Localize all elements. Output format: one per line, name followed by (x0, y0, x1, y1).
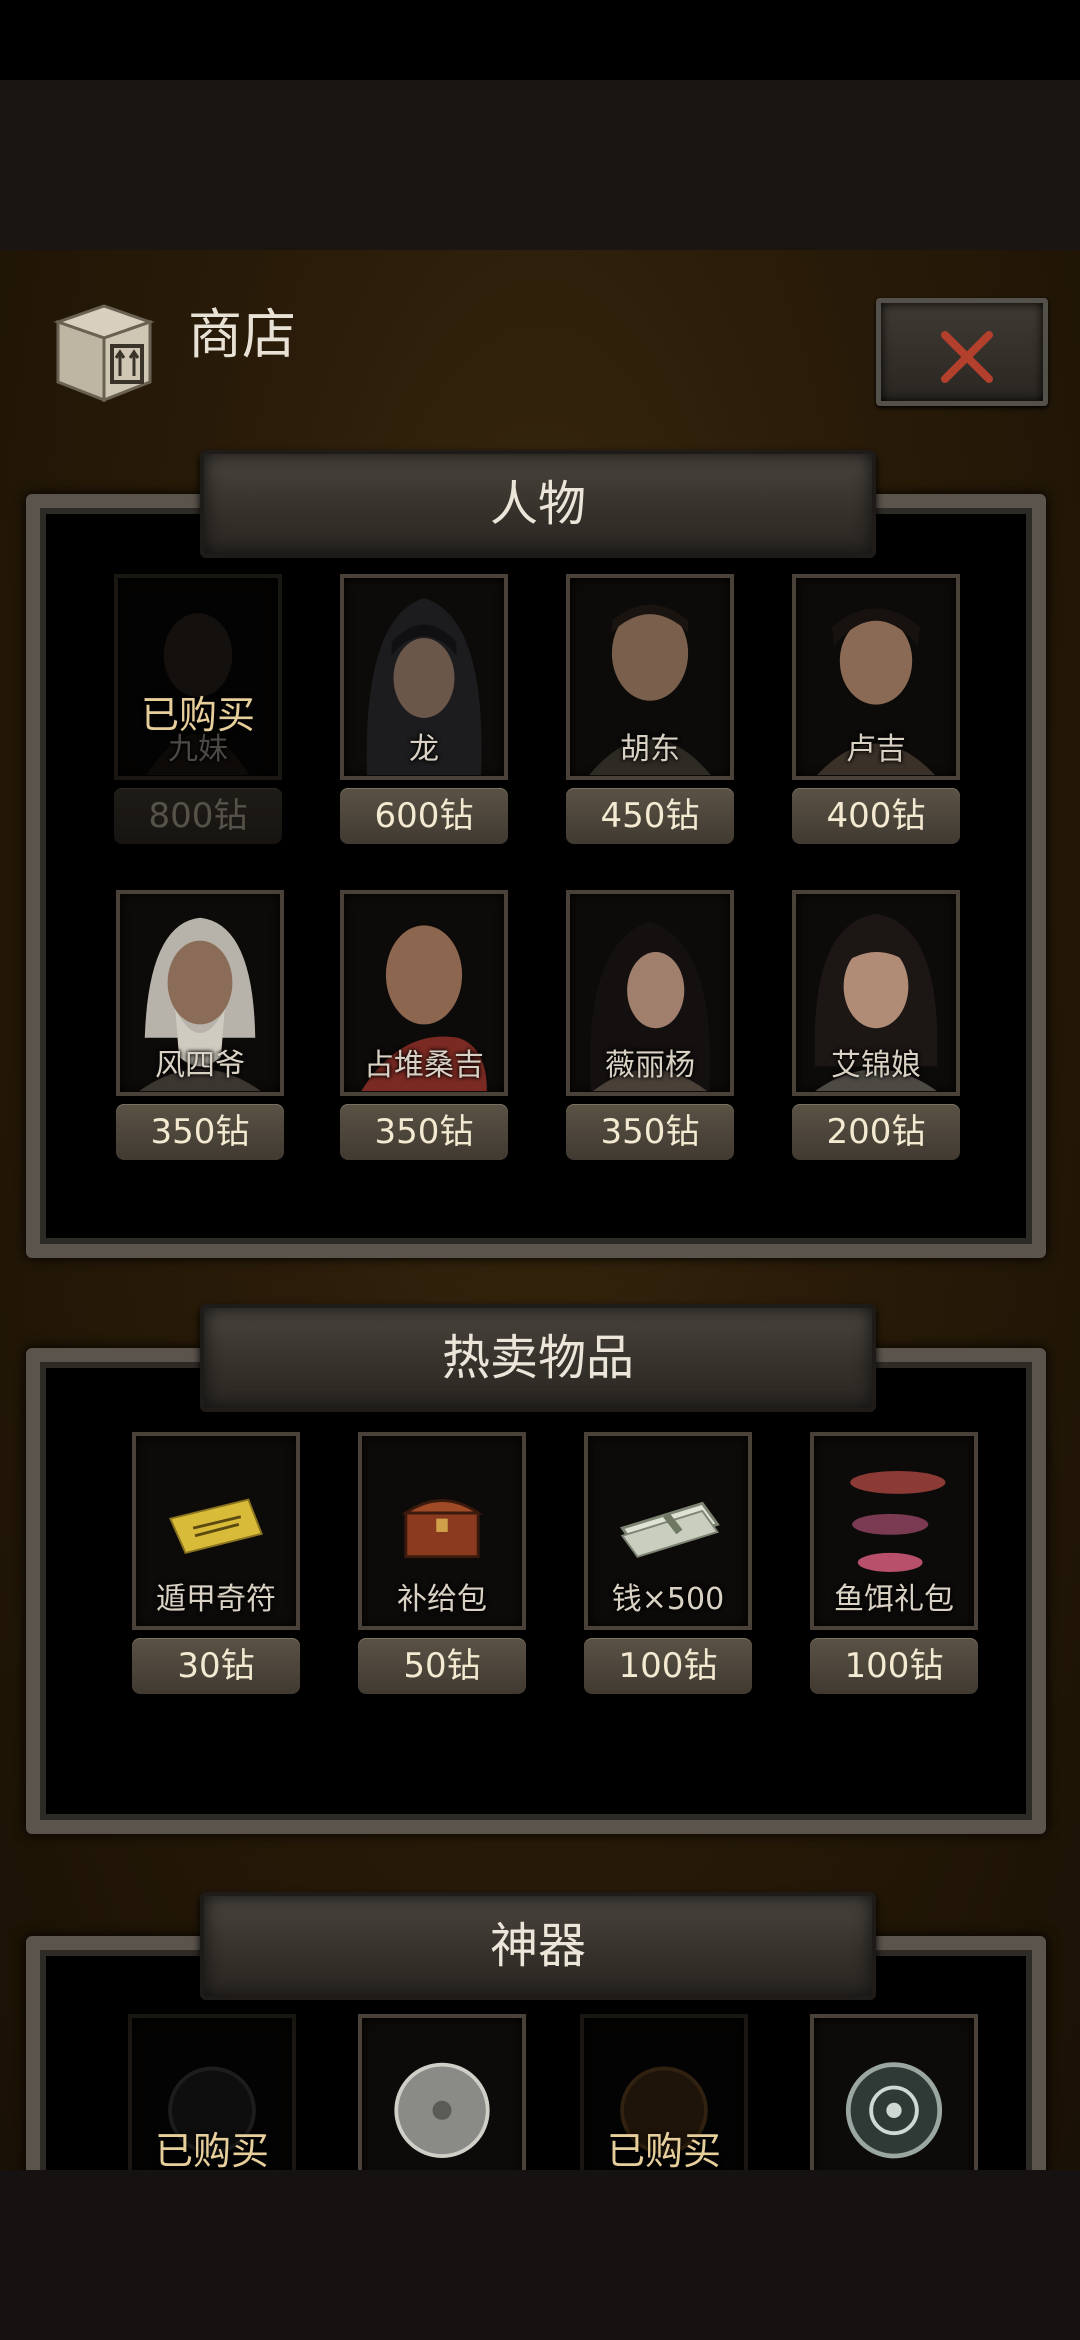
character-card[interactable]: 卢吉 400钻 (792, 574, 960, 844)
price-button[interactable]: 350钻 (340, 1104, 508, 1160)
item-name: 遁甲奇符 (156, 1582, 276, 1617)
item-card[interactable]: 补给包 50钻 (358, 1432, 526, 1694)
section-title-hot-items: 热卖物品 (200, 1304, 876, 1412)
price-button[interactable]: 100钻 (584, 1638, 752, 1694)
character-name: 龙 (409, 732, 439, 767)
character-name: 胡东 (620, 732, 680, 767)
shop-title: 商店 (188, 303, 296, 366)
price-button[interactable]: 450钻 (566, 788, 734, 844)
artifact-card[interactable]: 已购买 (128, 2014, 296, 2170)
item-name: 补给包 (397, 1582, 487, 1617)
shop-panel: 商店 人物 九妹 800钻 已购买 龙 600钻 胡东 450钻 卢吉 400钻… (0, 250, 1080, 2170)
character-name: 风四爷 (155, 1048, 245, 1083)
character-card[interactable]: 薇丽杨 350钻 (566, 890, 734, 1160)
bought-label: 已购买 (154, 2129, 269, 2170)
price-button[interactable]: 400钻 (792, 788, 960, 844)
item-card[interactable]: 遁甲奇符 30钻 (132, 1432, 300, 1694)
disc-icon (394, 2062, 490, 2158)
price-button[interactable]: 50钻 (358, 1638, 526, 1694)
price-button[interactable]: 350钻 (116, 1104, 284, 1160)
close-button[interactable] (876, 298, 1048, 406)
item-card[interactable]: 鱼饵礼包 100钻 (810, 1432, 978, 1694)
artifact-card[interactable] (358, 2014, 526, 2170)
status-bar (0, 0, 1080, 80)
price-button[interactable]: 600钻 (340, 788, 508, 844)
disc-icon (845, 2062, 943, 2159)
bought-label: 已购买 (606, 2129, 721, 2170)
item-card[interactable]: 钱×500 100钻 (584, 1432, 752, 1694)
bottom-bar (0, 2170, 1080, 2340)
artifact-card[interactable] (810, 2014, 978, 2170)
character-name: 薇丽杨 (605, 1048, 695, 1083)
character-card[interactable]: 艾锦娘 200钻 (792, 890, 960, 1160)
price-button[interactable]: 30钻 (132, 1638, 300, 1694)
character-card[interactable]: 风四爷 350钻 (116, 890, 284, 1160)
section-title-characters: 人物 (200, 450, 876, 558)
price-button[interactable]: 200钻 (792, 1104, 960, 1160)
item-name: 鱼饵礼包 (834, 1582, 954, 1617)
close-icon (941, 331, 993, 383)
price-button[interactable]: 100钻 (810, 1638, 978, 1694)
item-name: 钱×500 (611, 1582, 725, 1617)
box-icon (48, 296, 160, 408)
section-title-artifacts: 神器 (200, 1892, 876, 2000)
character-name: 艾锦娘 (831, 1048, 921, 1083)
character-name: 卢吉 (846, 732, 906, 767)
bought-label: 已购买 (140, 693, 255, 737)
price-button[interactable]: 800钻 (114, 788, 282, 844)
character-name: 占堆桑吉 (364, 1048, 484, 1083)
character-card[interactable]: 占堆桑吉 350钻 (340, 890, 508, 1160)
price-button[interactable]: 350钻 (566, 1104, 734, 1160)
top-spacer (0, 80, 1080, 250)
artifact-card[interactable]: 已购买 (580, 2014, 748, 2170)
character-card[interactable]: 龙 600钻 (340, 574, 508, 844)
character-card[interactable]: 九妹 800钻 已购买 (114, 574, 282, 844)
character-card[interactable]: 胡东 450钻 (566, 574, 734, 844)
